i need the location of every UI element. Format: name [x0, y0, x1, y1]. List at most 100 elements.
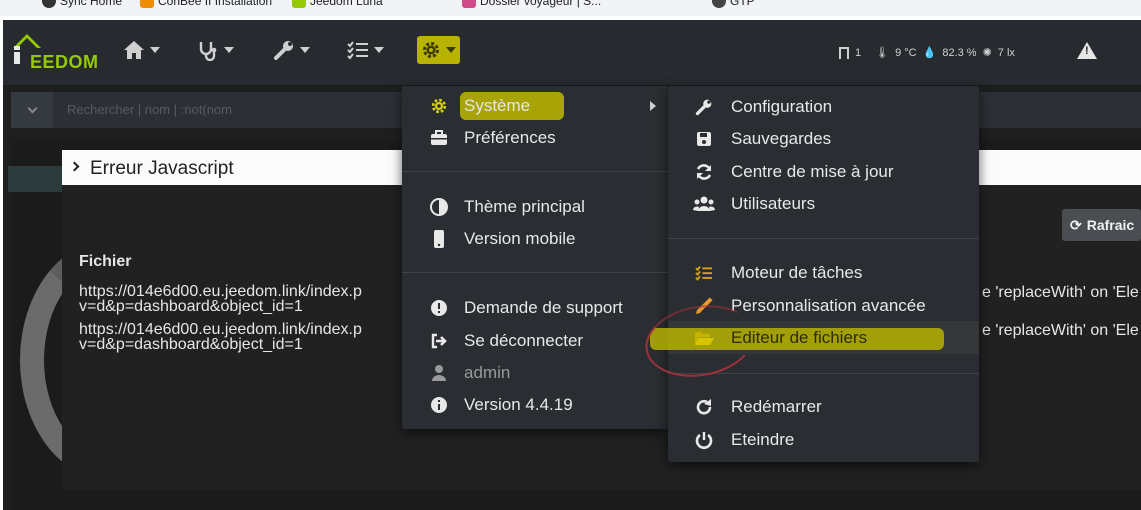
refresh-icon: ⟳ — [1070, 216, 1082, 233]
briefcase-icon — [428, 127, 450, 149]
error-message: e 'replaceWith' on 'Ele — [982, 284, 1139, 301]
info-circle-icon — [428, 394, 450, 416]
menu-item-version[interactable]: Version 4.4.19 — [402, 390, 668, 420]
caret-down-icon — [224, 47, 234, 53]
caret-right-icon — [650, 101, 656, 111]
error-message: e 'replaceWith' on 'Ele — [982, 322, 1139, 339]
thermometer-icon: 🌡 — [875, 47, 890, 59]
refresh-button[interactable]: ⟳ Rafraic — [1062, 209, 1141, 241]
wrench-icon — [693, 96, 715, 118]
dossier-icon — [462, 0, 476, 8]
menu-item-logout[interactable]: Se déconnecter — [402, 326, 668, 356]
background-tile — [8, 166, 62, 192]
jeedom-icon — [292, 0, 306, 8]
menu-item-label: Se déconnecter — [464, 331, 584, 350]
bookmark-label: Sync Home — [60, 0, 123, 8]
menu-item-label: Version 4.4.19 — [464, 395, 573, 414]
navbar: EEDOM 1 🌡 9 °C 💧 82.3 % ✺ 7 lx ! — [3, 20, 1141, 86]
menu-divider — [668, 238, 979, 239]
menu-item-preferences[interactable]: Préférences — [402, 123, 668, 153]
warning-icon[interactable] — [1077, 42, 1097, 59]
systeme-submenu: Configuration Sauvegardes Centre de mise… — [650, 86, 979, 462]
gear-icon — [423, 42, 439, 58]
humidity-icon: 💧 — [922, 47, 937, 59]
menu-item-label: Redémarrer — [731, 397, 822, 416]
menu-item-label: Moteur de tâches — [731, 263, 863, 282]
search-toggle-button[interactable] — [11, 92, 53, 128]
menu-item-support[interactable]: Demande de support — [402, 293, 668, 323]
menu-item-label: Eteindre — [731, 430, 795, 449]
menu-item-theme[interactable]: Thème principal — [402, 192, 668, 222]
modal-title: Erreur Javascript — [90, 158, 234, 179]
menu-item-mise-a-jour[interactable]: Centre de mise à jour — [668, 157, 979, 187]
logo-text: EEDOM — [30, 52, 99, 72]
bookmark-label: ConBee II Installation — [158, 0, 273, 8]
menu-item-label: Sauvegardes — [731, 129, 832, 148]
menu-item-sauvegardes[interactable]: Sauvegardes — [668, 124, 979, 154]
menu-item-utilisateurs[interactable]: Utilisateurs — [668, 189, 979, 219]
stethoscope-icon — [199, 42, 217, 61]
menu-item-label: Centre de mise à jour — [731, 162, 894, 181]
menu-item-label: Thème principal — [464, 197, 585, 216]
bookmark-label: Jeedom Luna — [310, 0, 383, 8]
status-bar: 1 🌡 9 °C 💧 82.3 % ✺ 7 lx — [839, 46, 1015, 59]
plugins-menu[interactable] — [347, 38, 384, 62]
caret-down-icon — [150, 47, 160, 53]
humidity-value: 82.3 % — [942, 46, 977, 59]
menu-item-label: Version mobile — [464, 229, 576, 248]
bookmark-dossier-voyageur[interactable]: Dossier voyageur | S... — [462, 0, 601, 8]
tasks-icon — [347, 41, 368, 60]
bookmark-jeedom-luna[interactable]: Jeedom Luna — [292, 0, 383, 8]
door-icon — [839, 46, 849, 59]
user-icon — [428, 362, 450, 384]
bookmark-sync-home[interactable]: Sync Home — [42, 0, 122, 8]
chevron-down-icon — [27, 103, 37, 113]
settings-menu[interactable] — [417, 36, 460, 64]
analysis-menu[interactable] — [197, 38, 234, 62]
bookmark-gtp[interactable]: GTP — [712, 0, 755, 8]
contrast-icon — [428, 196, 450, 218]
tools-menu[interactable] — [273, 38, 310, 62]
users-icon — [693, 193, 715, 215]
sign-out-icon — [428, 330, 450, 352]
caret-down-icon — [300, 47, 310, 53]
home-icon — [124, 41, 144, 59]
menu-item-label: Système — [464, 96, 531, 115]
bookmarks-bar: Sync Home ConBee II Installation Jeedom … — [0, 0, 1141, 16]
fichier-column-header: Fichier — [79, 253, 132, 270]
menu-divider — [402, 171, 668, 172]
menu-item-label: Configuration — [731, 97, 833, 116]
menu-divider — [402, 272, 668, 273]
error-file: https://014e6d00.eu.jeedom.link/index.p … — [79, 283, 362, 315]
tasks-icon — [693, 262, 715, 284]
error-file: https://014e6d00.eu.jeedom.link/index.p … — [79, 321, 362, 353]
menu-item-mobile[interactable]: Version mobile — [402, 224, 668, 254]
conbee-icon — [140, 0, 154, 8]
home-menu[interactable] — [123, 38, 160, 62]
menu-item-redemarrer[interactable]: Redémarrer — [668, 392, 979, 422]
temperature-value: 9 °C — [895, 46, 917, 59]
sun-icon: ✺ — [982, 47, 992, 59]
menu-item-eteindre[interactable]: Eteindre — [668, 425, 979, 455]
wrench-icon — [274, 41, 293, 60]
door-count: 1 — [855, 46, 862, 59]
bookmark-conbee[interactable]: ConBee II Installation — [140, 0, 272, 8]
menu-item-label: Utilisateurs — [731, 194, 816, 213]
menu-item-label: Demande de support — [464, 298, 623, 317]
menu-item-label: Préférences — [464, 128, 556, 147]
menu-item-label: admin — [464, 363, 511, 382]
power-icon — [693, 429, 715, 451]
caret-down-icon — [374, 47, 384, 53]
menu-item-configuration[interactable]: Configuration — [668, 92, 979, 122]
menu-item-moteur-taches[interactable]: Moteur de tâches — [668, 258, 979, 288]
jeedom-logo[interactable]: EEDOM — [11, 30, 101, 72]
menu-item-systeme[interactable]: Système — [402, 91, 668, 121]
sync-home-icon — [42, 0, 56, 8]
exclamation-circle-icon — [428, 297, 450, 319]
floppy-icon — [693, 128, 715, 150]
chevron-right-icon — [69, 161, 80, 172]
bookmark-label: GTP — [730, 0, 755, 8]
lux-value: 7 lx — [997, 46, 1015, 59]
refresh-icon — [693, 161, 715, 183]
search-input[interactable]: Rechercher | nom | :not(nom — [67, 102, 232, 117]
